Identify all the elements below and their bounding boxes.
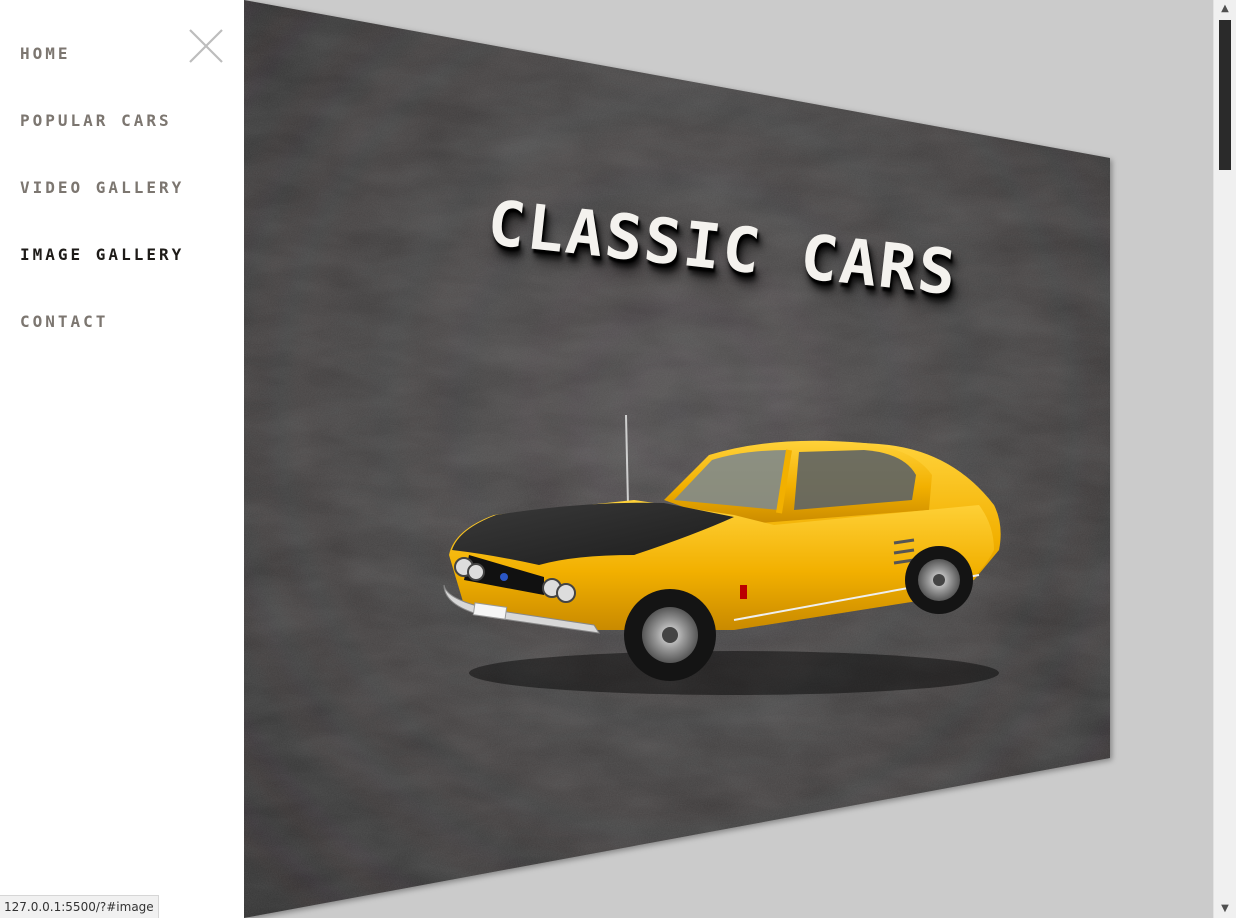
menu-item-popular-cars[interactable]: POPULAR CARS: [20, 111, 172, 130]
status-bar-url: 127.0.0.1:5500/?#image: [0, 895, 159, 918]
car-image: [434, 405, 1014, 705]
menu-item-contact[interactable]: CONTACT: [20, 312, 108, 331]
page: HOME POPULAR CARS VIDEO GALLERY IMAGE GA…: [0, 0, 1236, 918]
image-gallery-stage: CLASSIC CARS: [244, 0, 1214, 918]
menu-item-image-gallery[interactable]: IMAGE GALLERY: [20, 245, 184, 264]
vertical-scrollbar[interactable]: ▲ ▼: [1213, 0, 1236, 918]
scroll-up-arrow-icon[interactable]: ▲: [1214, 0, 1236, 18]
yellow-classic-car-illustration: [443, 414, 1001, 695]
menu-item-video-gallery[interactable]: VIDEO GALLERY: [20, 178, 184, 197]
side-menu: HOME POPULAR CARS VIDEO GALLERY IMAGE GA…: [0, 0, 244, 918]
close-menu-button[interactable]: [186, 26, 226, 66]
menu-item-home[interactable]: HOME: [20, 44, 71, 63]
scrollbar-thumb[interactable]: [1219, 20, 1231, 170]
close-icon: [188, 28, 224, 64]
scroll-down-arrow-icon[interactable]: ▼: [1214, 900, 1236, 918]
